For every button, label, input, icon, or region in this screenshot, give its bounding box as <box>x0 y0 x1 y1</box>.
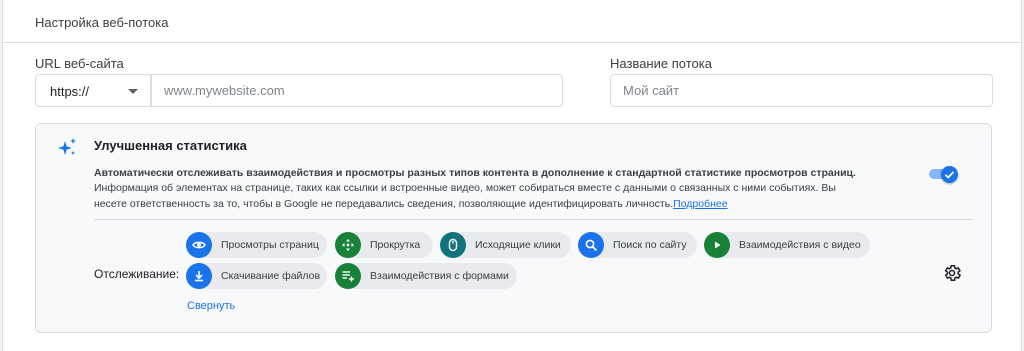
enhanced-measurement-title: Улучшенная статистика <box>94 138 247 153</box>
chip-icon-bg <box>578 232 604 258</box>
chip-label: Просмотры страниц <box>221 239 319 251</box>
gear-icon[interactable] <box>942 263 962 283</box>
chip-site-search[interactable]: Поиск по сайту <box>578 232 697 258</box>
url-field-label: URL веб-сайта <box>35 56 124 71</box>
website-url-input[interactable] <box>151 74 563 107</box>
tracking-label: Отслеживание: <box>94 267 180 281</box>
chip-label: Взаимодействия с формами <box>370 270 509 282</box>
stream-name-input[interactable] <box>610 74 993 107</box>
chip-icon-bg <box>440 232 466 258</box>
chip-page-views[interactable]: Просмотры страниц <box>186 232 327 258</box>
chip-video-engagement[interactable]: Взаимодействия с видео <box>704 232 870 258</box>
enhanced-measurement-toggle[interactable] <box>929 166 959 183</box>
stream-name-label: Название потока <box>610 56 712 71</box>
toggle-knob <box>941 166 958 183</box>
chip-scrolls[interactable]: Прокрутка <box>335 232 433 258</box>
chip-form-interactions[interactable]: Взаимодействия с формами <box>335 263 517 289</box>
download-icon <box>195 271 203 282</box>
mouse-icon <box>448 238 458 252</box>
chip-icon-bg <box>335 263 361 289</box>
chip-outbound-clicks[interactable]: Исходящие клики <box>440 232 571 258</box>
divider <box>94 219 973 220</box>
sparkle-icon <box>58 138 76 155</box>
enhanced-measurement-card: Улучшенная статистика Автоматически отсл… <box>35 123 992 333</box>
dropdown-caret-icon <box>128 89 138 94</box>
eye-icon <box>192 241 206 249</box>
enhanced-measurement-description: Информация об элементах на странице, так… <box>94 180 854 212</box>
enhanced-measurement-lead: Автоматически отслеживать взаимодействия… <box>94 167 856 179</box>
chip-label: Прокрутка <box>370 239 421 251</box>
scroll-arrows-icon <box>342 239 354 251</box>
chip-icon-bg <box>186 263 212 289</box>
panel-header: Настройка веб-потока <box>3 0 1021 43</box>
play-icon <box>715 241 721 249</box>
web-stream-setup-panel: Настройка веб-потока URL веб-сайта https… <box>2 0 1022 351</box>
protocol-value: https:// <box>50 84 90 99</box>
form-add-icon <box>342 271 354 282</box>
protocol-select[interactable]: https:// <box>35 74 151 107</box>
chip-label: Скачивание файлов <box>221 270 321 282</box>
chip-file-downloads[interactable]: Скачивание файлов <box>186 263 327 289</box>
chip-label: Поиск по сайту <box>613 239 687 251</box>
search-icon <box>585 239 598 252</box>
panel-title: Настройка веб-потока <box>35 15 169 30</box>
chip-icon-bg <box>186 232 212 258</box>
check-icon <box>944 171 955 179</box>
chip-label: Взаимодействия с видео <box>739 239 861 251</box>
learn-more-link[interactable]: Подробнее <box>673 198 727 210</box>
collapse-link[interactable]: Свернуть <box>187 300 235 312</box>
chip-icon-bg <box>335 232 361 258</box>
chip-label: Исходящие клики <box>475 239 561 251</box>
chip-icon-bg <box>704 232 730 258</box>
